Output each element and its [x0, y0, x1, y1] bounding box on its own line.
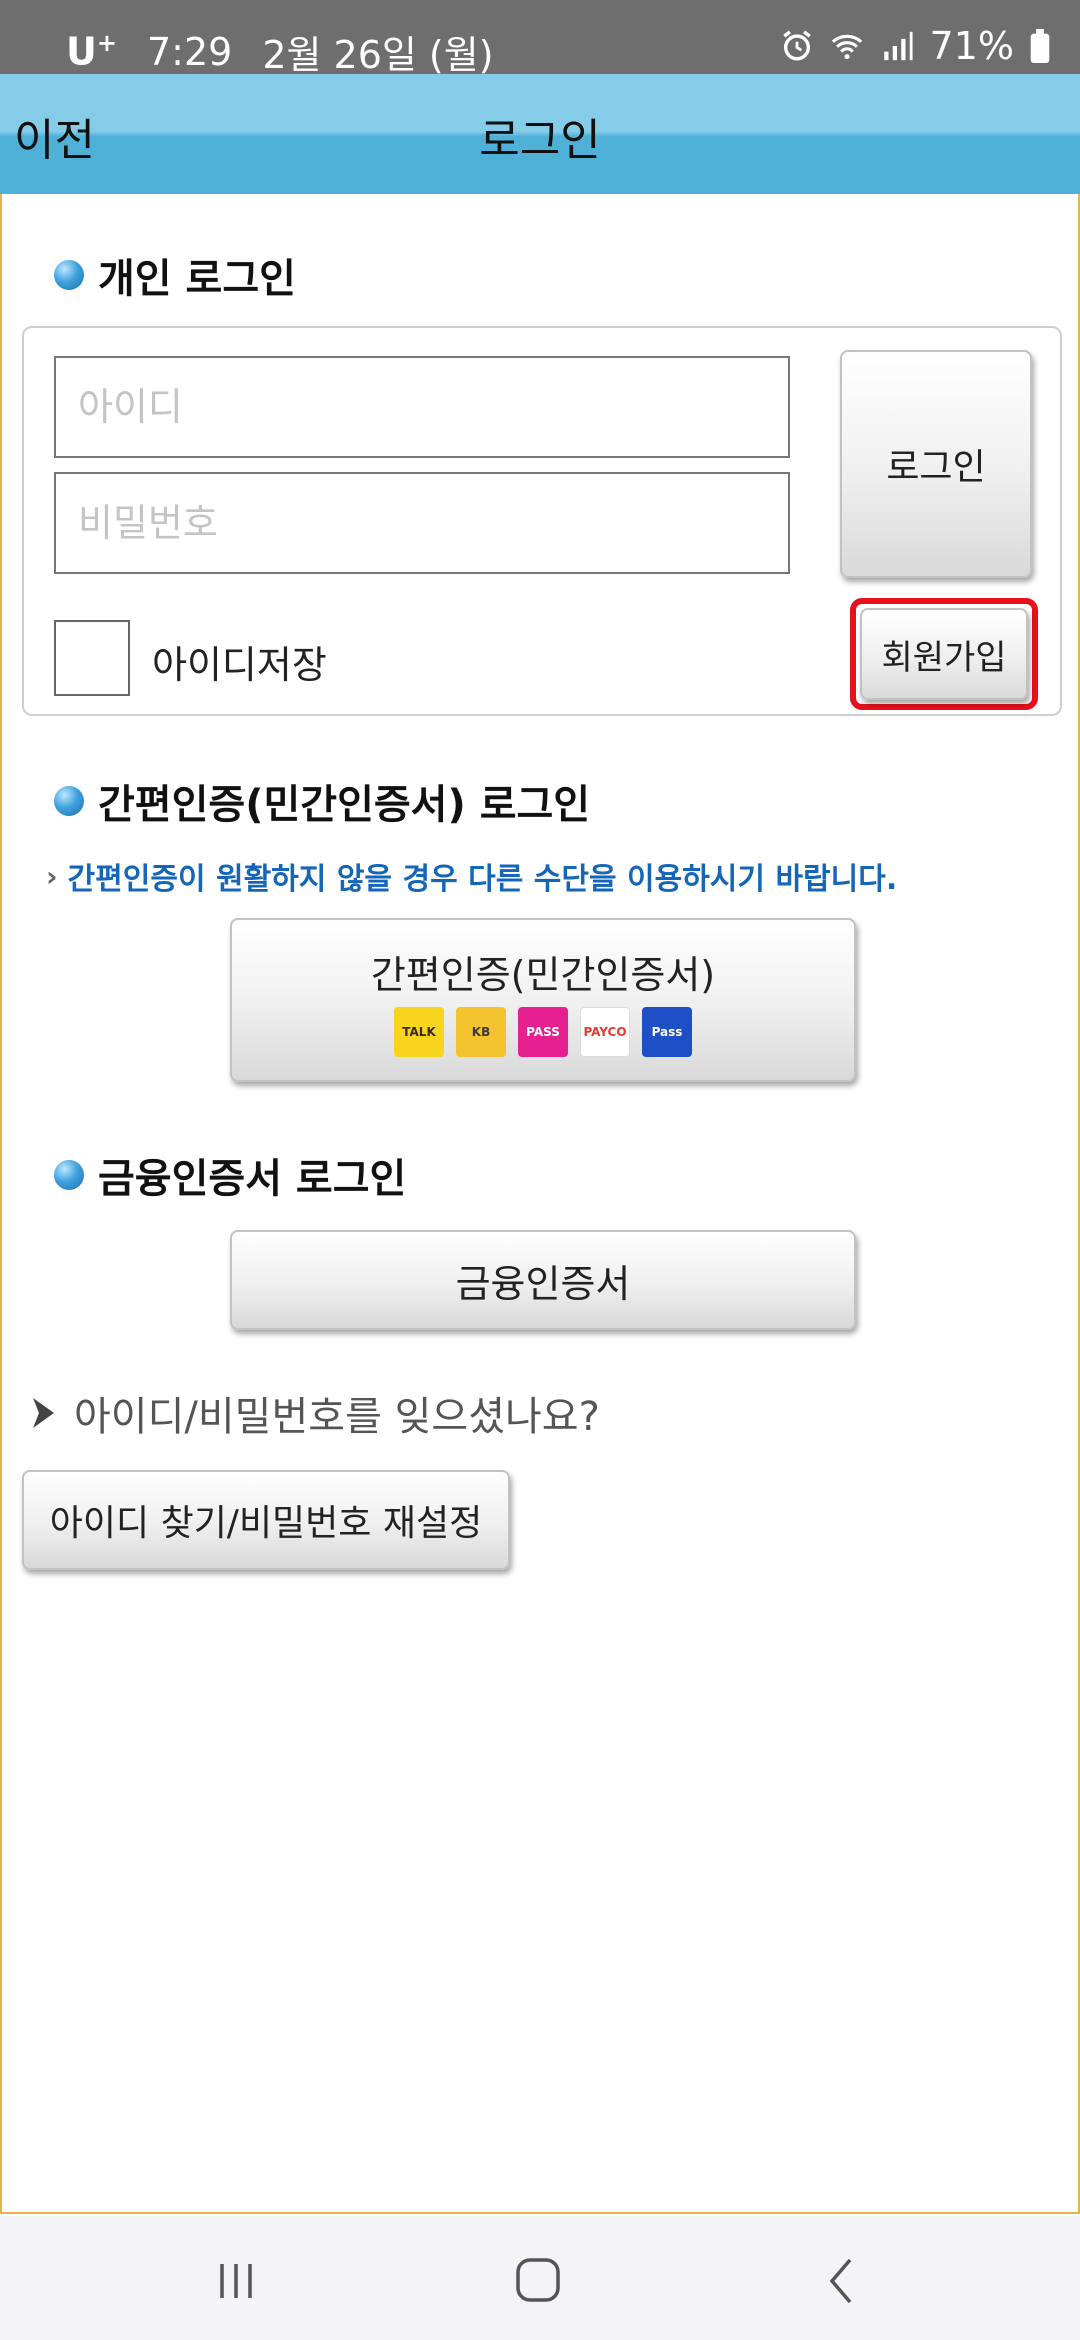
simple-auth-notice-text: 간편인증이 원활하지 않을 경우 다른 수단을 이용하시기 바랍니다.: [67, 862, 898, 897]
personal-login-heading-text: 개인 로그인: [98, 256, 296, 302]
title-bar: 이전 로그인: [0, 74, 1080, 194]
pass-icon: PASS: [518, 1006, 568, 1057]
financial-cert-button[interactable]: 금융인증서: [230, 1230, 856, 1330]
status-right: 71%: [780, 24, 1050, 68]
financial-cert-heading-text: 금융인증서 로그인: [98, 1156, 407, 1202]
main-content: 개인 로그인 로그인 아이디저장 회원가입 간편인증(민간인증서) 로그인 › …: [0, 194, 1080, 2214]
samsung-pass-icon: Pass: [642, 1006, 692, 1057]
wifi-icon: [831, 34, 862, 60]
battery-icon: [1030, 29, 1050, 63]
kb-icon: KB: [456, 1006, 506, 1057]
personal-login-heading: 개인 로그인: [54, 246, 296, 304]
simple-auth-heading-text: 간편인증(민간인증서) 로그인: [98, 782, 591, 828]
recent-apps-icon[interactable]: [206, 2256, 266, 2306]
save-id-checkbox[interactable]: [54, 620, 130, 696]
find-id-reset-password-button[interactable]: 아이디 찾기/비밀번호 재설정: [22, 1470, 510, 1570]
payco-icon: PAYCO: [580, 1006, 630, 1057]
chevron-right-icon: ›: [46, 859, 58, 893]
forgot-question-text: 아이디/비밀번호를 잊으셨나요?: [74, 1394, 600, 1440]
provider-icons: TALK KB PASS PAYCO Pass: [394, 1006, 692, 1057]
save-id-label: 아이디저장: [152, 643, 327, 687]
forgot-question: 아이디/비밀번호를 잊으셨나요?: [30, 1384, 600, 1442]
financial-cert-heading: 금융인증서 로그인: [54, 1146, 406, 1204]
status-left: U+ 7:29 2월 26일 (월): [66, 24, 494, 79]
status-time: 7:29: [146, 29, 233, 74]
status-date: 2월 26일 (월): [262, 33, 494, 77]
simple-auth-notice: › 간편인증이 원활하지 않을 경우 다른 수단을 이용하시기 바랍니다.: [46, 854, 897, 898]
home-icon[interactable]: [508, 2256, 568, 2306]
simple-auth-button[interactable]: 간편인증(민간인증서) TALK KB PASS PAYCO Pass: [230, 918, 856, 1082]
system-nav-bar: [0, 2216, 1080, 2340]
kakao-talk-icon: TALK: [394, 1006, 444, 1057]
battery-percent: 71%: [929, 24, 1014, 68]
status-bar: U+ 7:29 2월 26일 (월) 71%: [0, 0, 1080, 77]
alarm-icon: [782, 30, 811, 61]
signup-button[interactable]: 회원가입: [860, 608, 1028, 700]
bullet-icon: [54, 260, 84, 290]
page-title: 로그인: [479, 115, 601, 166]
simple-auth-heading: 간편인증(민간인증서) 로그인: [54, 772, 590, 830]
signal-icon: [883, 31, 913, 61]
id-input[interactable]: [54, 356, 790, 458]
bullet-icon: [54, 786, 84, 816]
simple-auth-button-label: 간편인증(민간인증서): [370, 952, 716, 997]
bullet-icon: [54, 1160, 84, 1190]
login-form: 로그인 아이디저장 회원가입: [22, 326, 1062, 716]
back-nav-icon[interactable]: [812, 2256, 872, 2306]
chevron-right-icon: [33, 1398, 54, 1428]
password-input[interactable]: [54, 472, 790, 574]
login-button[interactable]: 로그인: [840, 350, 1032, 578]
signup-highlight: 회원가입: [850, 598, 1038, 710]
carrier-label: U+: [66, 29, 117, 74]
